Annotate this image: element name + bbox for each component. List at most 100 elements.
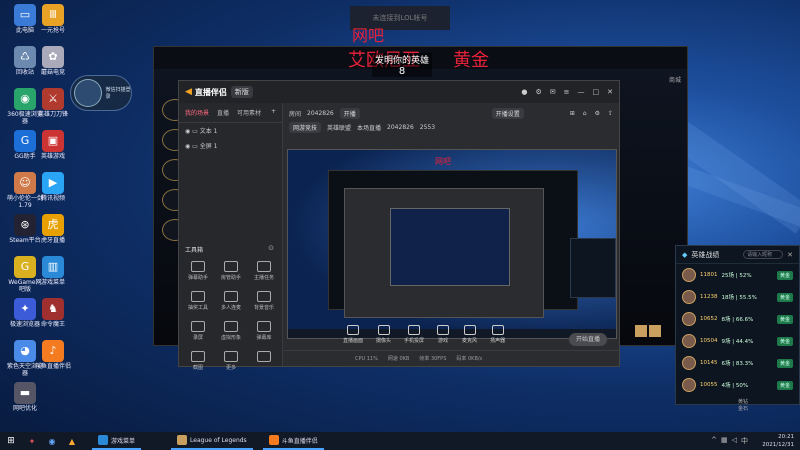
tool-item[interactable]: 录屏 bbox=[183, 321, 213, 341]
player-rank-badge[interactable]: 黄金 bbox=[776, 358, 793, 368]
desktop-icon[interactable]: Ⅲ 一元抢号 bbox=[34, 4, 72, 35]
toolbar-button[interactable]: 摄像头 bbox=[376, 324, 392, 344]
clock[interactable]: 20:21 2021/12/31 bbox=[762, 433, 794, 449]
desktop-icon-label: 游戏菜单 bbox=[40, 279, 65, 286]
tab-assets[interactable]: 可用素材 bbox=[237, 108, 261, 117]
gift-icon[interactable]: ⊞ bbox=[570, 110, 575, 117]
player-rank-badge[interactable]: 黄金 bbox=[776, 292, 793, 302]
tool-item[interactable]: 主播任务 bbox=[249, 261, 279, 281]
player-rank-badge[interactable]: 黄金 bbox=[776, 380, 793, 390]
ranking-footer-right[interactable]: 钻石 bbox=[743, 398, 748, 412]
volume-icon[interactable]: ◁ bbox=[732, 436, 737, 446]
stream-preview[interactable]: 网吧 bbox=[287, 149, 617, 339]
tab-scenes[interactable]: 我的场景 bbox=[185, 108, 209, 117]
desktop-icon[interactable]: ♪ 斗鱼直播伴侣 bbox=[34, 340, 72, 371]
app-name: 直播伴侣 bbox=[194, 87, 227, 97]
tool-item[interactable]: 抽奖工具 bbox=[183, 291, 213, 311]
tool-item[interactable]: 虚拟形象 bbox=[216, 321, 246, 341]
scene-item[interactable]: ◉ ▭ 文本 1 bbox=[179, 123, 282, 138]
desktop-icon[interactable]: ▬ 网吧优化 bbox=[6, 382, 44, 413]
player-rank-badge[interactable]: 黄金 bbox=[776, 270, 793, 280]
desktop-icon-label: 腾讯视频 bbox=[40, 195, 65, 202]
login-widget[interactable]: 微信扫描登录 bbox=[70, 75, 132, 111]
player-stat: 25场 | 52% bbox=[721, 273, 752, 279]
player-rank-badge[interactable]: 黄金 bbox=[776, 314, 793, 324]
tool-item[interactable]: 弹幕库 bbox=[249, 321, 279, 341]
start-live-button[interactable]: 开始直播 bbox=[569, 333, 607, 346]
toolbar-button[interactable]: 麦克风 bbox=[462, 324, 477, 344]
overlay-text-rank: 黄金 bbox=[453, 50, 489, 71]
tool-item[interactable]: 多人连麦 bbox=[216, 291, 246, 311]
version-badge[interactable]: 新版 bbox=[230, 86, 253, 98]
add-scene-icon[interactable]: + bbox=[271, 108, 276, 117]
room-info-row: 房间 2042826 开播 开播设置 ⊞ ⌂ ⚙ ⇪ bbox=[283, 106, 619, 120]
tool-item[interactable] bbox=[249, 351, 279, 364]
toolbar-button[interactable]: 游戏 bbox=[437, 324, 450, 344]
tool-item[interactable]: 截图 bbox=[183, 351, 213, 371]
tool-label: 背景音乐 bbox=[253, 305, 274, 311]
chevron-up-icon[interactable]: ^ bbox=[711, 436, 717, 446]
start-button[interactable]: ⊞ bbox=[0, 432, 22, 450]
menu-icon[interactable]: ≡ bbox=[564, 88, 570, 96]
player-row[interactable]: 10145 6场 | 83.3% 黄金 bbox=[676, 352, 799, 374]
gear-icon[interactable]: ⚙ bbox=[595, 110, 600, 117]
taskbar-item[interactable]: 游戏菜单 bbox=[92, 432, 142, 450]
taskbar-item[interactable]: 斗鱼直播伴侣 bbox=[262, 432, 324, 450]
category-chip[interactable]: 网游竞技 bbox=[289, 121, 322, 133]
message-icon[interactable]: ✉ bbox=[550, 88, 556, 96]
player-rank-badge[interactable]: 黄金 bbox=[776, 336, 793, 346]
friends-icon[interactable] bbox=[649, 325, 661, 337]
tool-item[interactable]: 房管助手 bbox=[216, 261, 246, 281]
maximize-icon[interactable]: □ bbox=[593, 88, 600, 96]
toolbar-button[interactable]: 扬声器 bbox=[490, 324, 505, 344]
player-score: 10145 bbox=[700, 360, 718, 366]
taskbar-item[interactable]: League of Legends bbox=[171, 432, 253, 450]
player-row[interactable]: 11238 18场 | 55.5% 黄金 bbox=[676, 286, 799, 308]
room-label: 房间 bbox=[289, 110, 302, 118]
streamer-window[interactable]: ◀ 直播伴侣 新版 ● ⚙ ✉ ≡ — □ ✕ 我的场景 直播 可用素材 + ◉… bbox=[178, 80, 620, 371]
desktop-icon[interactable]: ⚔ 英雄刀刀锋 bbox=[34, 88, 72, 119]
player-row[interactable]: 10652 8场 | 66.6% 黄金 bbox=[676, 308, 799, 330]
player-row[interactable]: 10504 9场 | 44.4% 黄金 bbox=[676, 330, 799, 352]
ime-icon[interactable]: 中 bbox=[741, 436, 748, 446]
tool-icon bbox=[224, 261, 238, 272]
pinned-app-icon[interactable]: ◉ bbox=[42, 432, 62, 450]
scene-item[interactable]: ◉ ▭ 全屏 1 bbox=[179, 138, 282, 153]
system-tray: ^ ▦ ◁ 中 bbox=[711, 436, 748, 446]
ranking-panel[interactable]: ◆ 英雄战绩 请输入昵称 ✕ 11801 25场 | 52% 黄金 11238 18场 … bbox=[675, 245, 800, 412]
pinned-app-icon[interactable]: ✦ bbox=[22, 432, 42, 450]
toolbar-button[interactable]: 手机投屏 bbox=[404, 324, 424, 344]
room-tag[interactable]: 开播 bbox=[339, 107, 360, 119]
tab-live[interactable]: 直播 bbox=[217, 108, 229, 117]
close-icon[interactable]: ✕ bbox=[607, 88, 613, 96]
preview-nested-frame bbox=[390, 208, 510, 286]
desktop-icon[interactable]: 虎虎牙直播 bbox=[34, 214, 72, 245]
tool-label: 房管助手 bbox=[220, 275, 241, 281]
player-row[interactable]: 10055 4场 | 50% 黄金 bbox=[676, 374, 799, 396]
share-icon[interactable]: ⇪ bbox=[608, 110, 613, 117]
desktop-icon[interactable]: ▣ 英雄游戏 bbox=[34, 130, 72, 161]
player-stat: 4场 | 50% bbox=[721, 383, 749, 389]
user-avatar-icon[interactable]: ● bbox=[521, 88, 527, 96]
toolbar-button[interactable]: 直播画面 bbox=[343, 324, 363, 344]
tool-item[interactable]: 弹幕助手 bbox=[183, 261, 213, 281]
shop-icon[interactable]: ⌂ bbox=[583, 110, 587, 117]
desktop-icon[interactable]: ✿ 蘑菇电竞 bbox=[34, 46, 72, 77]
toolbar-button-label: 摄像头 bbox=[376, 337, 392, 344]
chat-icon[interactable] bbox=[635, 325, 647, 337]
ranking-search-input[interactable]: 请输入昵称 bbox=[743, 250, 784, 259]
tool-item[interactable]: 背景音乐 bbox=[249, 291, 279, 311]
network-icon[interactable]: ▦ bbox=[721, 436, 728, 446]
stream-settings-button[interactable]: 开播设置 bbox=[491, 107, 524, 119]
settings-icon[interactable]: ⚙ bbox=[535, 88, 541, 96]
league-shop-label[interactable]: 商城 bbox=[669, 75, 681, 84]
tool-item[interactable]: 更多 bbox=[216, 351, 246, 371]
desktop-icon[interactable]: ♞ 命令魔王 bbox=[34, 298, 72, 329]
desktop-icon[interactable]: ▶ 腾讯视频 bbox=[34, 172, 72, 203]
minimize-icon[interactable]: — bbox=[578, 88, 585, 96]
pinned-app-icon[interactable]: ▲ bbox=[62, 432, 82, 450]
close-icon[interactable]: ✕ bbox=[787, 251, 793, 259]
player-row[interactable]: 11801 25场 | 52% 黄金 bbox=[676, 264, 799, 286]
desktop-icon[interactable]: ▥ 游戏菜单 bbox=[34, 256, 72, 287]
toolbox-settings-icon[interactable]: ⊙ bbox=[268, 244, 274, 252]
